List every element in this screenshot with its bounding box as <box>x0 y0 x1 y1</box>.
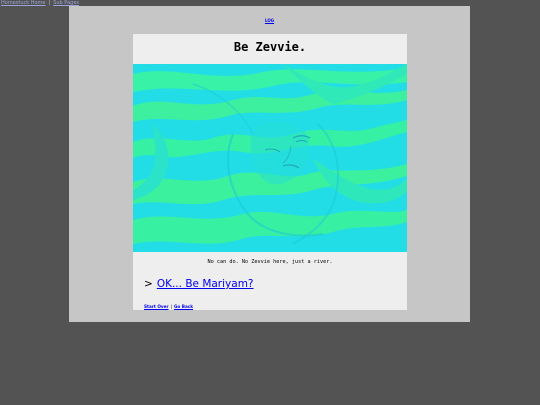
top-nav-separator: | <box>48 0 51 6</box>
panel-footer: Start Over | Go Back <box>144 304 193 309</box>
footer-separator: | <box>170 304 172 309</box>
river-image <box>133 64 407 252</box>
next-command: > OK... Be Mariyam? <box>144 278 254 290</box>
log-link[interactable]: LOG <box>265 18 274 23</box>
comic-container: LOG Be Zevvie. No can do. No Zevvie here… <box>69 6 470 322</box>
river-face-illustration <box>133 64 407 252</box>
panel-caption: No can do. No Zevvie here, just a river. <box>207 259 333 265</box>
go-back-link[interactable]: Go Back <box>174 304 193 309</box>
top-nav-home-link[interactable]: Homestuck Home <box>1 0 46 6</box>
comic-panel: Be Zevvie. No can do. No Zevvie here, ju… <box>133 34 407 310</box>
next-page-link[interactable]: OK... Be Mariyam? <box>157 278 254 290</box>
page-title: Be Zevvie. <box>233 40 307 54</box>
log-row: LOG <box>69 18 470 23</box>
start-over-link[interactable]: Start Over <box>144 304 169 309</box>
top-nav: Homestuck Home | Sub Pages <box>1 0 79 7</box>
command-prefix: > <box>144 278 153 290</box>
